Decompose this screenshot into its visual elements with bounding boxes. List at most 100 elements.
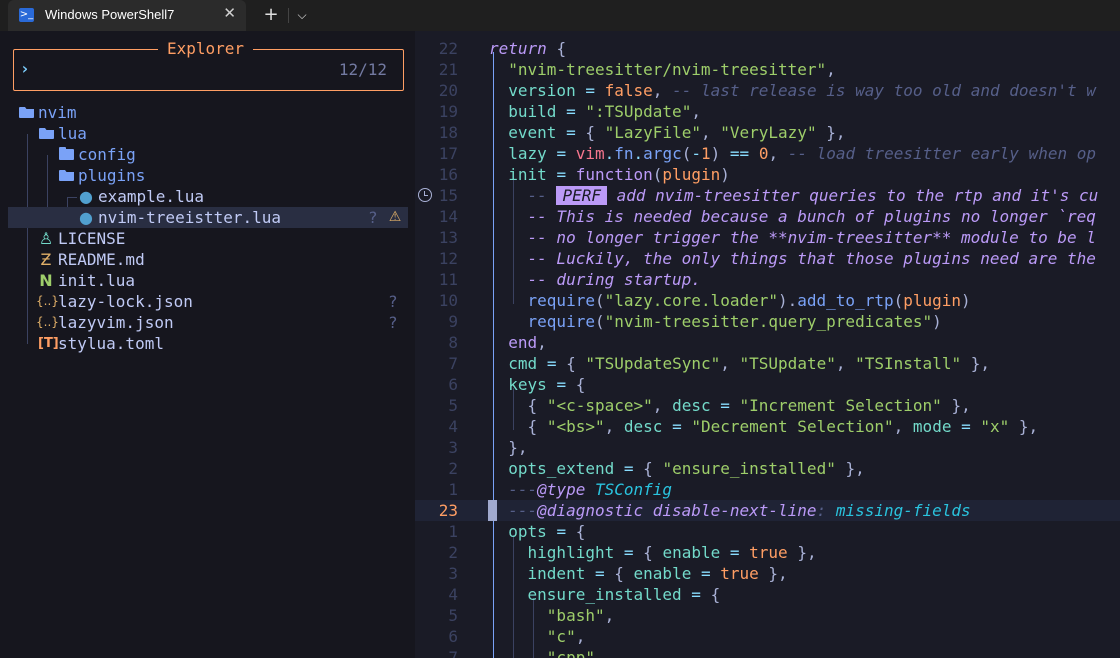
code-line: 22 return { <box>415 38 1120 59</box>
code-text: indent = { enable = true }, <box>527 564 788 583</box>
line-number: 3 <box>448 564 458 583</box>
tree-item-init-lua[interactable]: N init.lua <box>8 270 408 291</box>
line-number: 21 <box>438 60 458 79</box>
code-line: 6 keys = { <box>415 374 1120 395</box>
code-line: 3 }, <box>415 437 1120 458</box>
code-text: "bash", <box>546 606 615 625</box>
tree-item-label: README.md <box>58 250 145 269</box>
toml-icon: [T] <box>38 336 59 351</box>
code-line: 10 require("lazy.core.loader").add_to_rt… <box>415 290 1120 311</box>
tree-item-lua[interactable]: lua <box>8 123 408 144</box>
code-text: build = ":TSUpdate", <box>508 102 701 121</box>
tree-item-config[interactable]: config <box>8 144 408 165</box>
tree-item-plugins[interactable]: plugins <box>8 165 408 186</box>
line-number: 6 <box>448 627 458 646</box>
tree-item-nvim-treesitter-lua[interactable]: ● nvim-treeistter.lua ? ⚠ <box>8 207 408 228</box>
line-number: 7 <box>448 354 458 373</box>
code-editor[interactable]: 22 return { 21 "nvim-treesitter/nvim-tree… <box>415 31 1120 658</box>
code-text: opts = { <box>508 522 586 541</box>
tree-item-label: example.lua <box>98 187 204 206</box>
close-icon[interactable]: ✕ <box>223 4 236 22</box>
tree-item-label: lazy-lock.json <box>58 292 193 311</box>
code-text: "cpp", <box>546 648 605 658</box>
line-number: 16 <box>438 165 458 184</box>
code-line: 15 -- PERF add nvim-treesitter queries t… <box>415 185 1120 206</box>
code-text: ---@type TSConfig <box>508 480 673 499</box>
code-text: cmd = { "TSUpdateSync", "TSUpdate", "TSI… <box>508 354 990 373</box>
code-line: 13 -- no longer trigger the **nvim-trees… <box>415 227 1120 248</box>
line-number: 10 <box>438 291 458 310</box>
tree-item-label: lua <box>58 124 87 143</box>
tree-item-example-lua[interactable]: ● example.lua <box>8 186 408 207</box>
code-line: 12 -- Luckily, the only things that thos… <box>415 248 1120 269</box>
code-line: 11 -- during startup. <box>415 269 1120 290</box>
tree-item-readme[interactable]: Ƶ README.md <box>8 249 408 270</box>
git-status-untracked: ? <box>388 313 398 332</box>
folder-icon <box>59 149 74 160</box>
code-text: -- Luckily, the only things that those p… <box>527 249 1096 268</box>
code-line: 16 init = function(plugin) <box>415 164 1120 185</box>
new-tab-button[interactable]: + <box>258 3 284 27</box>
code-text: require("lazy.core.loader").add_to_rtp(p… <box>527 291 971 310</box>
line-number: 7 <box>448 648 458 658</box>
tree-item-lazy-lock-json[interactable]: {..} lazy-lock.json ? <box>8 291 408 312</box>
line-number: 3 <box>448 438 458 457</box>
file-explorer: › 12/12 Explorer nvim lua config plugins… <box>0 31 415 658</box>
tree-item-label: nvim-treeistter.lua <box>98 208 282 227</box>
code-text: init = function(plugin) <box>508 165 730 184</box>
code-text: }, <box>508 438 528 457</box>
tree-item-label: config <box>78 145 136 164</box>
code-text: highlight = { enable = true }, <box>527 543 817 562</box>
line-number: 19 <box>438 102 458 121</box>
code-text: ensure_installed = { <box>527 585 721 604</box>
line-number: 5 <box>448 606 458 625</box>
code-text: keys = { <box>508 375 586 394</box>
code-line: 21 "nvim-treesitter/nvim-treesitter", <box>415 59 1120 80</box>
folder-open-icon <box>59 170 74 181</box>
tree-item-nvim[interactable]: nvim <box>8 102 408 123</box>
warning-icon: ⚠ <box>388 209 402 225</box>
code-line: 4 { "<bs>", desc = "Decrement Selection"… <box>415 416 1120 437</box>
chevron-down-icon[interactable]: ⌵ <box>290 3 314 27</box>
terminal-tab[interactable]: >_ Windows PowerShell7 ✕ <box>8 0 246 31</box>
line-number: 2 <box>448 543 458 562</box>
code-line: 6 "c", <box>415 626 1120 647</box>
tree-item-stylua-toml[interactable]: [T] stylua.toml <box>8 333 408 354</box>
tab-separator <box>288 8 289 23</box>
lua-file-icon: ● <box>79 187 93 206</box>
json-icon: {..} <box>36 315 59 329</box>
code-text: "c", <box>546 627 586 646</box>
code-line: 5 "bash", <box>415 605 1120 626</box>
markdown-icon: Ƶ <box>40 250 52 269</box>
folder-open-icon <box>19 107 34 118</box>
code-text: { "<c-space>", desc = "Increment Selecti… <box>527 396 971 415</box>
code-line: 1 opts = { <box>415 521 1120 542</box>
line-number: 9 <box>448 312 458 331</box>
tree-item-label: init.lua <box>58 271 136 290</box>
line-number: 4 <box>448 417 458 436</box>
prompt-icon: › <box>20 59 30 78</box>
powershell-icon: >_ <box>19 8 34 22</box>
code-line: 2 highlight = { enable = true }, <box>415 542 1120 563</box>
code-line: 3 indent = { enable = true }, <box>415 563 1120 584</box>
json-icon: {..} <box>36 294 59 308</box>
code-line: 18 event = { "LazyFile", "VeryLazy" }, <box>415 122 1120 143</box>
line-number: 18 <box>438 123 458 142</box>
match-count: 12/12 <box>338 60 387 79</box>
code-line: 7 cmd = { "TSUpdateSync", "TSUpdate", "T… <box>415 353 1120 374</box>
tree-item-label: LICENSE <box>58 229 126 248</box>
git-status-untracked: ? <box>368 208 378 227</box>
code-text: require("nvim-treesitter.query_predicate… <box>527 312 942 331</box>
code-text: -- PERF add nvim-treesitter queries to t… <box>527 186 1099 205</box>
code-line: 5 { "<c-space>", desc = "Increment Selec… <box>415 395 1120 416</box>
line-number: 11 <box>438 270 458 289</box>
code-text: return { <box>489 39 567 58</box>
code-line: 19 build = ":TSUpdate", <box>415 101 1120 122</box>
tree-item-lazyvim-json[interactable]: {..} lazyvim.json ? <box>8 312 408 333</box>
tree-item-label: lazyvim.json <box>58 313 174 332</box>
code-text: ---@diagnostic disable-next-line: missin… <box>508 501 971 520</box>
line-number: 2 <box>448 459 458 478</box>
tree-item-license[interactable]: ♙ LICENSE <box>8 228 408 249</box>
line-number: 1 <box>448 480 458 499</box>
code-line: 20 version = false, -- last release is w… <box>415 80 1120 101</box>
